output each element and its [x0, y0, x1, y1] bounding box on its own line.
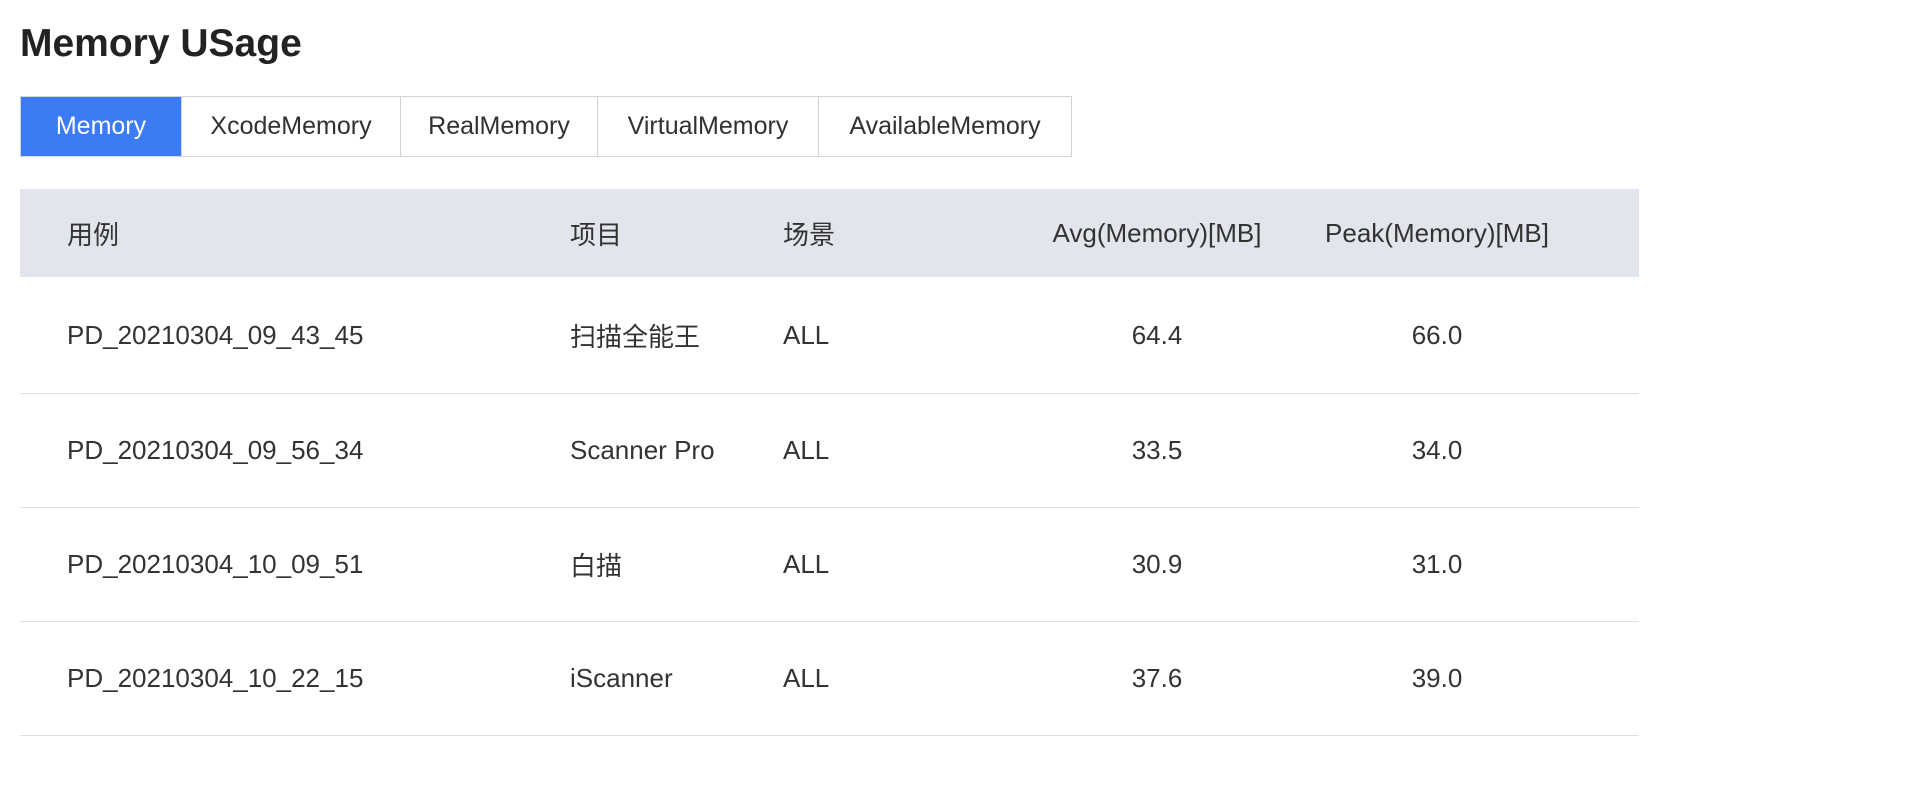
case-cell: PD_20210304_10_09_51 — [67, 549, 364, 579]
project-cell: 白描 — [570, 551, 623, 581]
tab-memory[interactable]: Memory — [21, 97, 181, 156]
scene-cell: ALL — [783, 549, 830, 579]
scene-cell: ALL — [783, 319, 830, 350]
tab-bar: Memory XcodeMemory RealMemory VirtualMem… — [20, 96, 1072, 157]
scene-cell: ALL — [783, 663, 830, 693]
table-row[interactable]: PD_20210304_09_56_34 Scanner Pro ALL 33.… — [20, 394, 1639, 508]
case-cell: PD_20210304_09_43_45 — [67, 319, 364, 350]
case-cell: PD_20210304_10_22_15 — [67, 663, 364, 693]
avg-memory-cell: 64.4 — [1131, 319, 1183, 350]
project-cell: 扫描全能王 — [570, 321, 701, 352]
table-row[interactable]: PD_20210304_10_22_15 iScanner ALL 37.6 3… — [20, 622, 1639, 736]
peak-memory-cell: 31.0 — [1411, 549, 1463, 579]
peak-memory-cell: 39.0 — [1411, 663, 1463, 693]
avg-memory-cell: 33.5 — [1131, 435, 1183, 465]
table-row[interactable]: PD_20210304_10_09_51 白描 ALL 30.9 31.0 — [20, 508, 1639, 622]
tab-xcode-memory[interactable]: XcodeMemory — [181, 97, 400, 156]
column-header-case[interactable]: 用例 — [67, 189, 119, 277]
peak-memory-cell: 34.0 — [1411, 435, 1463, 465]
peak-memory-cell: 66.0 — [1411, 319, 1463, 350]
tab-real-memory[interactable]: RealMemory — [400, 97, 597, 156]
column-header-avg-memory[interactable]: Avg(Memory)[MB] — [1030, 189, 1284, 277]
table-row[interactable]: PD_20210304_09_43_45 扫描全能王 ALL 64.4 66.0 — [20, 277, 1639, 394]
table-body: PD_20210304_09_43_45 扫描全能王 ALL 64.4 66.0… — [20, 277, 1639, 736]
page-title: Memory USage — [20, 22, 302, 65]
tab-available-memory[interactable]: AvailableMemory — [818, 97, 1071, 156]
table-header: 用例 项目 场景 Avg(Memory)[MB] Peak(Memory)[MB… — [20, 189, 1639, 277]
column-header-project[interactable]: 项目 — [570, 189, 622, 277]
column-header-scene[interactable]: 场景 — [783, 189, 835, 277]
scene-cell: ALL — [783, 435, 830, 465]
column-header-peak-memory[interactable]: Peak(Memory)[MB] — [1310, 189, 1564, 277]
case-cell: PD_20210304_09_56_34 — [67, 435, 364, 465]
avg-memory-cell: 30.9 — [1131, 549, 1183, 579]
memory-table: 用例 项目 场景 Avg(Memory)[MB] Peak(Memory)[MB… — [20, 189, 1639, 736]
tab-virtual-memory[interactable]: VirtualMemory — [597, 97, 818, 156]
project-cell: iScanner — [570, 663, 673, 693]
project-cell: Scanner Pro — [570, 435, 715, 465]
avg-memory-cell: 37.6 — [1131, 663, 1183, 693]
